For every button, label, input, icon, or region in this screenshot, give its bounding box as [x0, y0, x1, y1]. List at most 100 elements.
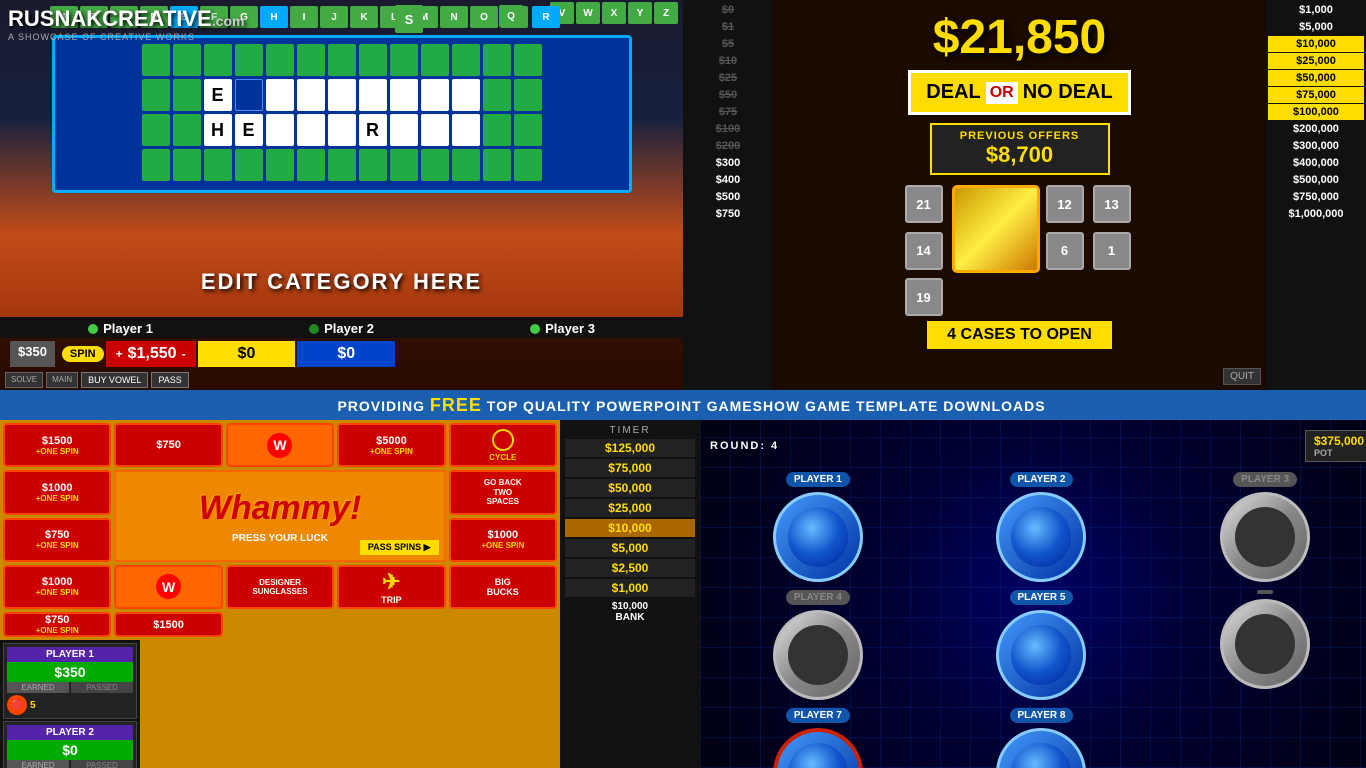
amount-500: $500	[685, 189, 771, 205]
main-label[interactable]: MAIN	[46, 372, 78, 388]
board-cell-h: H	[204, 114, 232, 146]
pyl-p2-passed: PASSED	[71, 760, 133, 768]
player-1-circle[interactable]	[773, 492, 863, 582]
pyl-cell-designer: DESIGNERSUNGLASSES	[226, 565, 334, 609]
pyl-whammy-icon-1: 🔴	[7, 695, 27, 715]
player-8-circle[interactable]	[996, 728, 1086, 768]
press-luck-text: PRESS YOUR LUCK	[232, 533, 328, 544]
briefcase-21[interactable]: 21	[905, 185, 943, 223]
pyl-p2-score: $0	[7, 740, 133, 760]
player-4-circle-container: PLAYER 4	[710, 590, 926, 700]
player-3-score: $0	[297, 341, 395, 367]
category-text: EDIT CATEGORY HERE	[201, 269, 482, 295]
board-cell	[421, 149, 449, 181]
board-cell	[173, 114, 201, 146]
player-2-inner	[1011, 507, 1071, 567]
board-cell	[390, 44, 418, 76]
pyl-p1-passed: PASSED	[71, 682, 133, 693]
board-cell	[173, 149, 201, 181]
buy-vowel-button[interactable]: BUY VOWEL	[81, 372, 148, 388]
player-5-circle[interactable]	[996, 610, 1086, 700]
player-3-name-row: Player 3	[530, 321, 595, 336]
spin-label: SPIN	[62, 341, 104, 367]
pyl-cell-1500: $1500 +ONE SPIN	[3, 423, 111, 467]
quit-button[interactable]: QUIT	[1223, 368, 1261, 385]
deal-text[interactable]: DEAL	[926, 81, 980, 104]
letter-s: S	[395, 5, 423, 33]
player-4-inner	[788, 625, 848, 685]
board-cell	[328, 114, 356, 146]
player-8-inner	[1011, 743, 1071, 768]
pass-spins-button[interactable]: PASS SPINS ▶	[360, 540, 439, 555]
amount-0: $0	[685, 2, 771, 18]
letter-cell: N	[440, 6, 468, 28]
pyl-p1-score: $350	[7, 662, 133, 682]
board-cell	[452, 79, 480, 111]
board-cell	[514, 79, 542, 111]
nodeal-text[interactable]: NO DEAL	[1023, 81, 1113, 104]
amount-5: $5	[685, 36, 771, 52]
board-cell	[421, 44, 449, 76]
player-3-inner	[1235, 507, 1295, 567]
pass-button[interactable]: PASS	[151, 372, 188, 388]
amount-50: $50	[685, 87, 771, 103]
briefcase-center-gold[interactable]	[952, 185, 1040, 273]
player-3-circle[interactable]	[1220, 492, 1310, 582]
player-8-circle-container: PLAYER 8	[934, 708, 1150, 768]
player-5-inner	[1011, 625, 1071, 685]
briefcase-19[interactable]: 19	[905, 278, 943, 316]
player-5-circle-container: PLAYER 5	[934, 590, 1150, 700]
solve-label[interactable]: SOLVE	[5, 372, 43, 388]
player-3-dot	[530, 324, 540, 334]
board-cell	[421, 114, 449, 146]
banner-row: PROVIDING FREE TOP QUALITY POWERPOINT GA…	[0, 390, 1366, 420]
player-2-score: $0	[198, 341, 296, 367]
board-cell	[483, 149, 511, 181]
player-4-circle[interactable]	[773, 610, 863, 700]
amount-500000: $500,000	[1268, 172, 1364, 188]
board-cell	[142, 114, 170, 146]
player-7-circle[interactable]	[773, 728, 863, 768]
board-cell	[297, 149, 325, 181]
amount-300000: $300,000	[1268, 138, 1364, 154]
player-7-circle-label: PLAYER 7	[786, 708, 850, 723]
pyl-cell-1000c: $1000 +ONE SPIN	[3, 565, 111, 609]
briefcase-12[interactable]: 12	[1046, 185, 1084, 223]
t-1000: $1,000	[565, 579, 695, 597]
prev-offers-amount: $8,700	[942, 142, 1098, 168]
briefcase-6[interactable]: 6	[1046, 232, 1084, 270]
board-row-3: H E R	[61, 114, 623, 146]
amount-50000: $50,000	[1268, 70, 1364, 86]
player-6-circle[interactable]	[1220, 599, 1310, 689]
wof-logo: RUSNAKCREATIVE.com A SHOWCASE OF CREATIV…	[8, 8, 244, 42]
amount-400000: $400,000	[1268, 155, 1364, 171]
board-cell	[297, 79, 325, 111]
amount-1000: $1,000	[1268, 2, 1364, 18]
deal-nodeal-bar: DEAL OR NO DEAL	[908, 70, 1130, 115]
dond-main: $21,850 DEAL OR NO DEAL PREVIOUS OFFERS …	[773, 0, 1266, 390]
banner-text: PROVIDING FREE TOP QUALITY POWERPOINT GA…	[337, 395, 1045, 416]
board-cell	[173, 44, 201, 76]
pyl-cell-cycle: CYCLE	[449, 423, 557, 467]
amount-100000: $100,000	[1268, 104, 1364, 120]
whammy-text: Whammy!	[199, 489, 361, 528]
amount-200: $200	[685, 138, 771, 154]
board-cell-e: E	[204, 79, 232, 111]
player-2-circle[interactable]	[996, 492, 1086, 582]
pyl-whammy-center: Whammy! PRESS YOUR LUCK PASS SPINS ▶	[114, 470, 445, 562]
amount-25: $25	[685, 70, 771, 86]
dond-left-amounts: $0 $1 $5 $10 $25 $50 $75 $100 $200 $300 …	[683, 0, 773, 390]
briefcase-13[interactable]: 13	[1093, 185, 1131, 223]
briefcase-14[interactable]: 14	[905, 232, 943, 270]
player-7-inner	[788, 743, 848, 768]
pyl-cell-whammy1: W	[226, 423, 334, 467]
briefcase-1[interactable]: 1	[1093, 232, 1131, 270]
wof-panel: RUSNAKCREATIVE.com A SHOWCASE OF CREATIV…	[0, 0, 683, 390]
board-row-4	[61, 149, 623, 181]
amount-100: $100	[685, 121, 771, 137]
pir-panel: ROUND: 4 $375,000 POT PLAYER 1	[700, 420, 1366, 768]
board-cell	[297, 114, 325, 146]
dond-right-amounts: $1,000 $5,000 $10,000 $25,000 $50,000 $7…	[1266, 0, 1366, 390]
pyl-p2-label: PLAYER 2	[7, 725, 133, 740]
board-cell	[173, 79, 201, 111]
